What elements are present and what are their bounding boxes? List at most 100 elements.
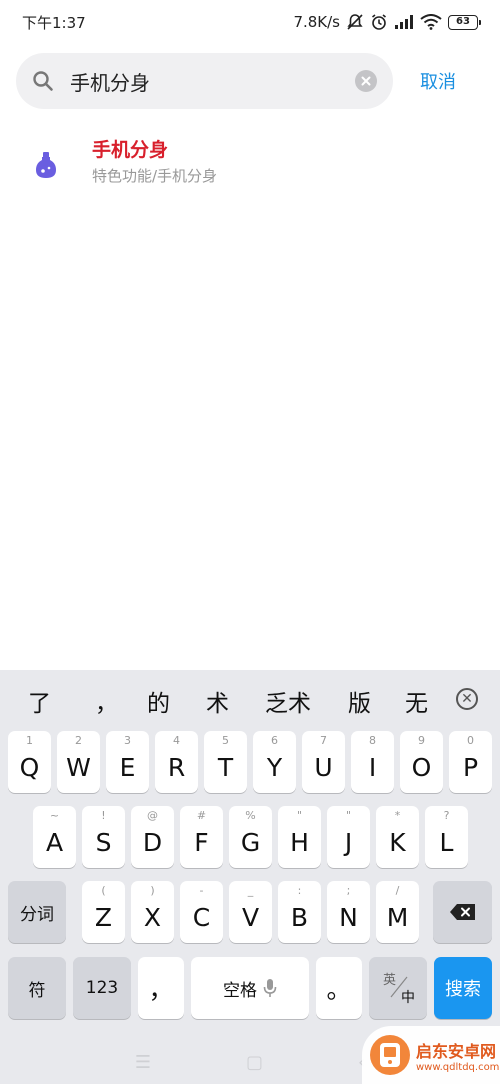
key-r[interactable]: 4R: [155, 731, 198, 793]
dual-apps-icon: [36, 152, 56, 178]
key-q[interactable]: 1Q: [8, 731, 51, 793]
key-label: L: [439, 827, 454, 857]
alarm-icon: [372, 14, 386, 30]
clear-icon[interactable]: [355, 70, 377, 92]
menu-nav-icon[interactable]: ☰: [135, 1052, 151, 1073]
key-secondary-label: ;: [346, 884, 351, 897]
key-label: Q: [19, 752, 40, 782]
search-input[interactable]: [70, 69, 355, 93]
network-speed: 7.8K/s: [293, 13, 340, 31]
key-s[interactable]: ! S: [82, 806, 125, 868]
status-bar: 下午1:37 7.8K/s 63: [0, 0, 500, 44]
key-x[interactable]: ) X: [131, 881, 174, 943]
period-key[interactable]: 。: [316, 957, 362, 1019]
key-j[interactable]: " J: [327, 806, 370, 868]
key-i[interactable]: 8I: [351, 731, 394, 793]
result-title: 手机分身: [92, 139, 169, 161]
key-label: M: [386, 902, 409, 932]
key-secondary-label: -: [199, 884, 204, 897]
key-label: E: [119, 752, 136, 782]
key-secondary-label: ": [345, 809, 352, 822]
watermark: 启东安卓网 www.qdltdq.com: [362, 1026, 500, 1084]
key-d[interactable]: @ D: [131, 806, 174, 868]
candidate-word[interactable]: 了: [28, 684, 51, 718]
key-e[interactable]: 3E: [106, 731, 149, 793]
key-label: W: [66, 752, 91, 782]
key-f[interactable]: # F: [180, 806, 223, 868]
backspace-key[interactable]: [433, 881, 492, 943]
key-secondary-label: (: [101, 884, 106, 897]
notification-muted-icon: [347, 14, 363, 30]
key-secondary-label: *: [394, 809, 401, 822]
numbers-key[interactable]: 123: [73, 957, 131, 1019]
key-z[interactable]: (Z: [82, 881, 125, 943]
key-label: T: [217, 752, 234, 782]
key-c[interactable]: -C: [180, 881, 223, 943]
key-secondary-label: 2: [75, 734, 82, 747]
key-label: A: [45, 827, 64, 857]
close-candidates-icon[interactable]: ✕: [456, 688, 478, 710]
key-w[interactable]: 2W: [57, 731, 100, 793]
key-o[interactable]: 9O: [400, 731, 443, 793]
candidate-bar: 了 ， 的 术 乏术 版 无 ✕: [0, 670, 500, 728]
key-secondary-label: %: [245, 809, 256, 822]
key-n[interactable]: ; N: [327, 881, 370, 943]
key-secondary-label: 5: [222, 734, 229, 747]
key-k[interactable]: * K: [376, 806, 419, 868]
key-a[interactable]: ~ A: [33, 806, 76, 868]
key-secondary-label: ?: [443, 809, 450, 822]
key-label: F: [194, 827, 209, 857]
key-secondary-label: !: [101, 809, 106, 822]
cancel-button[interactable]: 取消: [420, 68, 456, 94]
search-key[interactable]: 搜索: [434, 957, 492, 1019]
key-secondary-label: 1: [26, 734, 33, 747]
candidate-word[interactable]: 的: [147, 684, 170, 718]
key-u[interactable]: 7U: [302, 731, 345, 793]
key-secondary-label: _: [247, 884, 254, 897]
key-label: D: [142, 827, 163, 857]
key-label: J: [344, 827, 353, 857]
key-secondary-label: 4: [173, 734, 180, 747]
key-label: C: [192, 902, 211, 932]
language-switch-key[interactable]: 英中: [369, 957, 427, 1019]
search-box[interactable]: [16, 53, 393, 109]
key-label: I: [368, 752, 377, 782]
battery-icon: 63: [448, 14, 481, 30]
key-label: Y: [266, 752, 283, 782]
key-m[interactable]: / M: [376, 881, 419, 943]
key-p[interactable]: 0P: [449, 731, 492, 793]
key-l[interactable]: ? L: [425, 806, 468, 868]
home-nav-icon[interactable]: ▢: [246, 1052, 263, 1073]
wifi-icon: [420, 14, 442, 30]
status-icons: 7.8K/s 63: [293, 13, 481, 31]
signal-icon: [395, 15, 413, 29]
candidate-word[interactable]: 版: [348, 684, 371, 718]
watermark-logo-icon: [370, 1035, 410, 1075]
key-label: N: [339, 902, 358, 932]
key-v[interactable]: _ V: [229, 881, 272, 943]
key-label: S: [95, 827, 112, 857]
search-result-item[interactable]: 手机分身 特色功能/手机分身: [0, 136, 500, 200]
key-b[interactable]: :B: [278, 881, 321, 943]
key-secondary-label: /: [395, 884, 400, 897]
candidate-word[interactable]: 术: [206, 684, 229, 718]
key-y[interactable]: 6Y: [253, 731, 296, 793]
segment-key[interactable]: 分词: [8, 881, 66, 943]
lang-chinese: 中: [401, 990, 415, 1006]
candidate-word[interactable]: 乏术: [265, 684, 311, 718]
backspace-icon: [449, 904, 475, 920]
key-g[interactable]: % G: [229, 806, 272, 868]
candidate-word[interactable]: 无: [405, 684, 437, 718]
key-secondary-label: ): [150, 884, 155, 897]
candidate-word[interactable]: ，: [95, 684, 118, 718]
comma-key[interactable]: ，: [138, 957, 184, 1019]
key-h[interactable]: " H: [278, 806, 321, 868]
key-label: K: [389, 827, 406, 857]
key-label: H: [290, 827, 309, 857]
key-label: O: [411, 752, 432, 782]
microphone-icon: [263, 979, 277, 997]
key-t[interactable]: 5T: [204, 731, 247, 793]
symbols-key[interactable]: 符: [8, 957, 66, 1019]
key-label: V: [241, 902, 260, 932]
space-key[interactable]: 空格: [191, 957, 309, 1019]
